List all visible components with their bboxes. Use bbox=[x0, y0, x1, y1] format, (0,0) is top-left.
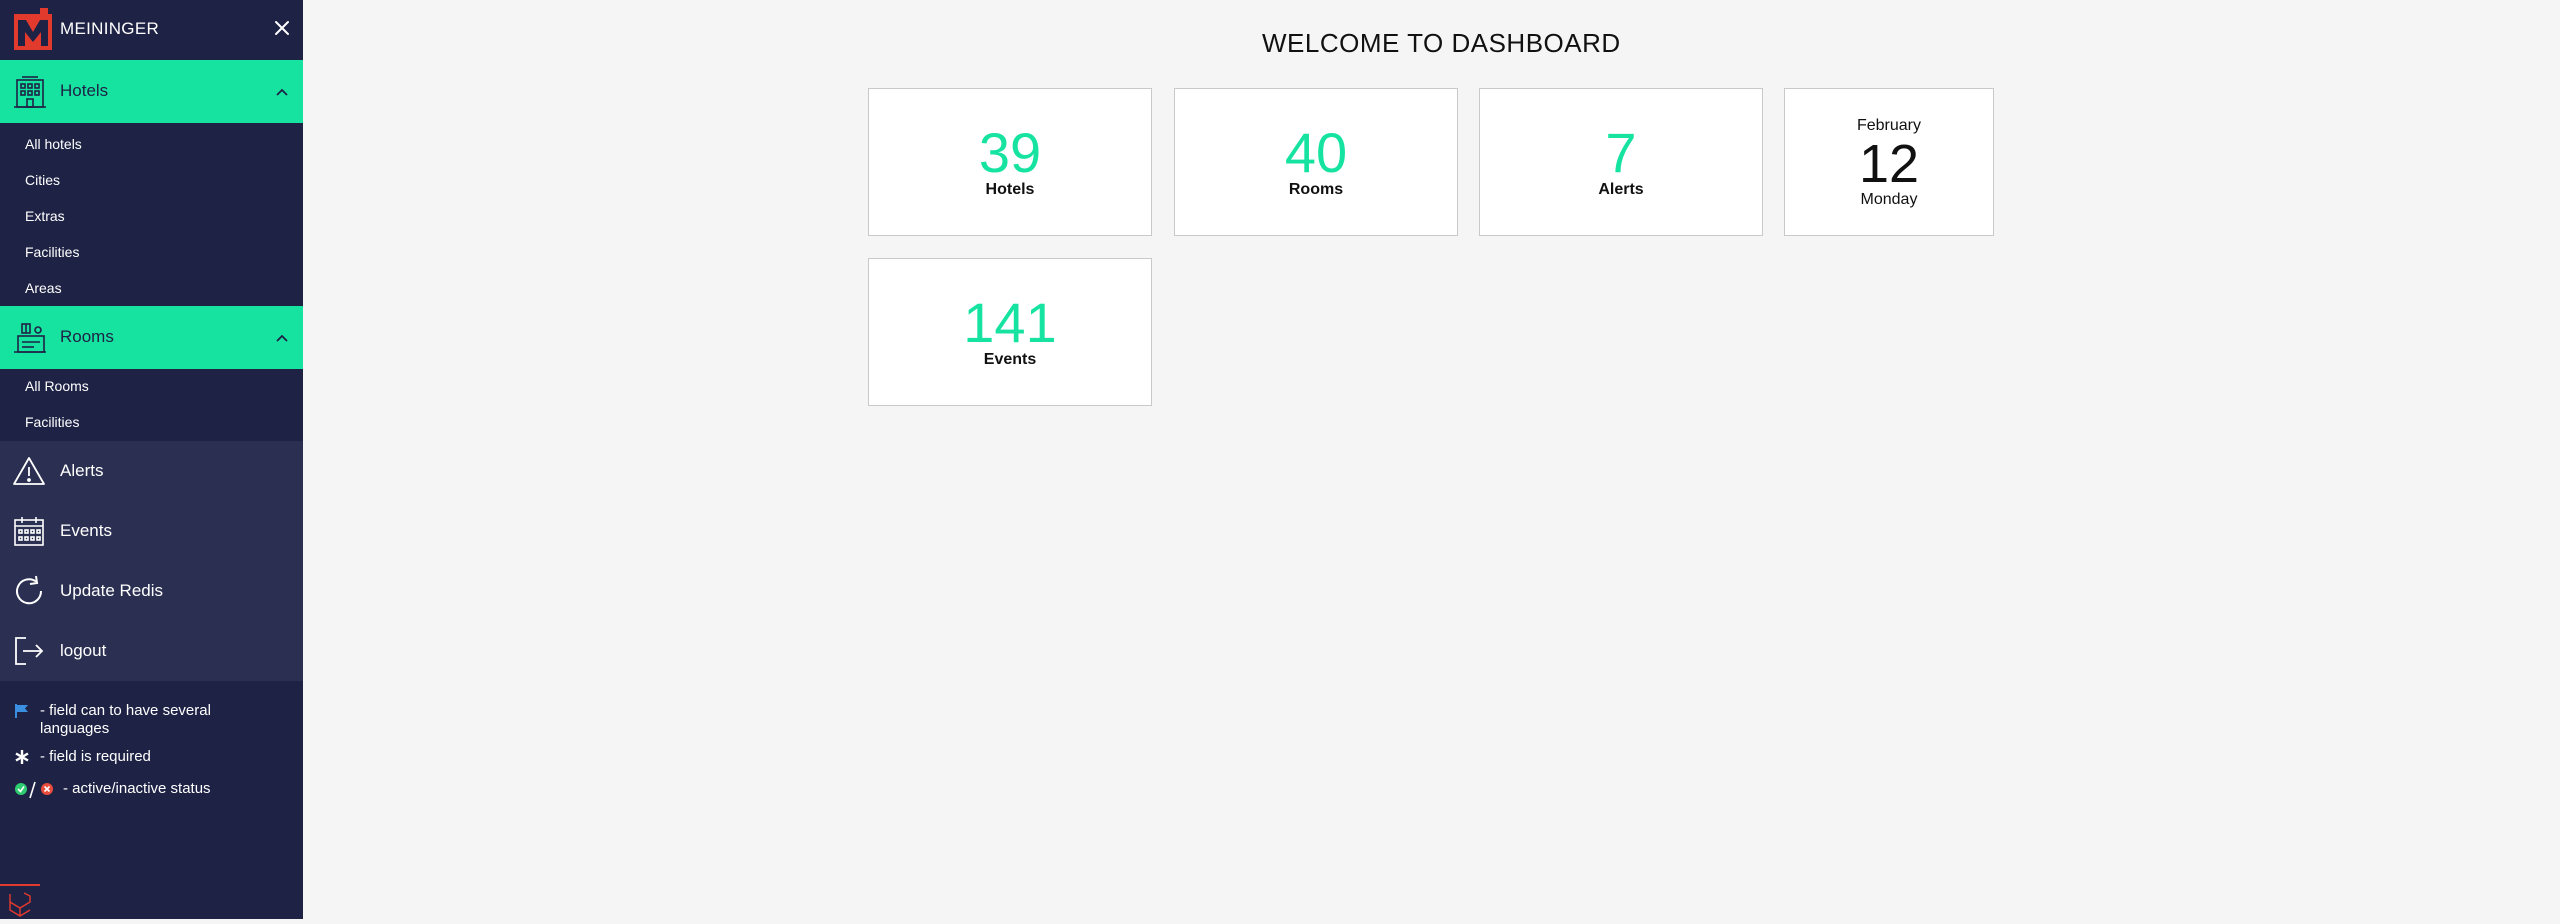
stat-events-label: Events bbox=[983, 351, 1037, 368]
stat-card-alerts[interactable]: 7 Alerts bbox=[1479, 88, 1763, 236]
meininger-logo-icon bbox=[14, 8, 52, 50]
logout-icon bbox=[15, 637, 44, 665]
calendar-icon bbox=[14, 517, 44, 546]
status-icon bbox=[15, 781, 53, 799]
sidebar-item-room-facilities[interactable]: Facilities bbox=[25, 414, 79, 430]
stat-rooms-label: Rooms bbox=[1288, 181, 1344, 198]
page-title: WELCOME TO DASHBOARD bbox=[1262, 28, 1621, 58]
legend-languages-text: - field can to have several languages bbox=[40, 702, 211, 737]
stat-hotels-value: 39 bbox=[978, 121, 1042, 184]
refresh-icon bbox=[16, 575, 43, 605]
sidebar: MEININGER Hotels All hotels Cities Extra… bbox=[0, 0, 303, 919]
sidebar-group-hotels-label: Hotels bbox=[60, 81, 109, 100]
date-card: February 12 Monday bbox=[1784, 88, 1994, 236]
hotel-building-icon bbox=[14, 76, 46, 108]
brand-header: MEININGER bbox=[0, 0, 303, 60]
date-day: 12 bbox=[1858, 134, 1920, 194]
sidebar-group-rooms-label: Rooms bbox=[60, 327, 114, 346]
stat-alerts-value: 7 bbox=[1605, 121, 1637, 184]
stat-rooms-value: 40 bbox=[1284, 121, 1348, 184]
sidebar-item-extras[interactable]: Extras bbox=[25, 208, 65, 224]
stat-hotels-label: Hotels bbox=[985, 181, 1035, 198]
rooms-submenu: All Rooms Facilities bbox=[0, 369, 303, 441]
legend-required-text: - field is required bbox=[40, 748, 151, 765]
sidebar-item-events[interactable]: Events bbox=[0, 501, 303, 561]
hotels-submenu: All hotels Cities Extras Facilities Area… bbox=[0, 123, 303, 306]
legend-status-text: - active/inactive status bbox=[63, 780, 211, 797]
date-weekday: Monday bbox=[1860, 191, 1918, 208]
sidebar-item-alerts-label: Alerts bbox=[60, 461, 104, 480]
reception-desk-icon bbox=[14, 323, 46, 353]
sidebar-group-hotels[interactable]: Hotels bbox=[0, 60, 303, 123]
sidebar-item-hotel-facilities[interactable]: Facilities bbox=[25, 244, 79, 260]
sidebar-group-rooms[interactable]: Rooms bbox=[0, 306, 303, 369]
sidebar-item-logout-label: logout bbox=[60, 641, 107, 660]
sidebar-item-cities[interactable]: Cities bbox=[25, 172, 60, 188]
sidebar-item-logout[interactable]: logout bbox=[0, 621, 303, 681]
stat-card-rooms[interactable]: 40 Rooms bbox=[1174, 88, 1458, 236]
sidebar-nav: Alerts Events Update Redis logout bbox=[0, 441, 303, 681]
warning-icon bbox=[13, 457, 45, 485]
brand-name: MEININGER bbox=[60, 19, 160, 38]
sidebar-item-events-label: Events bbox=[60, 521, 112, 540]
flag-icon bbox=[15, 704, 28, 718]
sidebar-item-update-redis-label: Update Redis bbox=[60, 581, 164, 600]
legend-required: - field is required bbox=[14, 748, 294, 768]
footer-logo bbox=[0, 884, 40, 921]
stat-card-events[interactable]: 141 Events bbox=[868, 258, 1152, 406]
sidebar-item-all-hotels[interactable]: All hotels bbox=[25, 136, 82, 152]
sidebar-item-areas[interactable]: Areas bbox=[25, 280, 62, 296]
legend-status: - active/inactive status bbox=[14, 780, 294, 800]
laravel-logo-icon bbox=[9, 892, 31, 917]
legend-languages: - field can to have several languages bbox=[14, 702, 294, 740]
stat-events-value: 141 bbox=[963, 291, 1057, 354]
sidebar-item-alerts[interactable]: Alerts bbox=[0, 441, 303, 501]
stat-card-hotels[interactable]: 39 Hotels bbox=[868, 88, 1152, 236]
sidebar-item-all-rooms[interactable]: All Rooms bbox=[25, 378, 89, 394]
close-icon[interactable] bbox=[272, 18, 292, 38]
sidebar-item-update-redis[interactable]: Update Redis bbox=[0, 561, 303, 621]
chevron-up-icon bbox=[276, 88, 288, 96]
asterisk-icon bbox=[15, 750, 29, 764]
stat-alerts-label: Alerts bbox=[1598, 181, 1644, 198]
chevron-up-icon bbox=[276, 334, 288, 342]
